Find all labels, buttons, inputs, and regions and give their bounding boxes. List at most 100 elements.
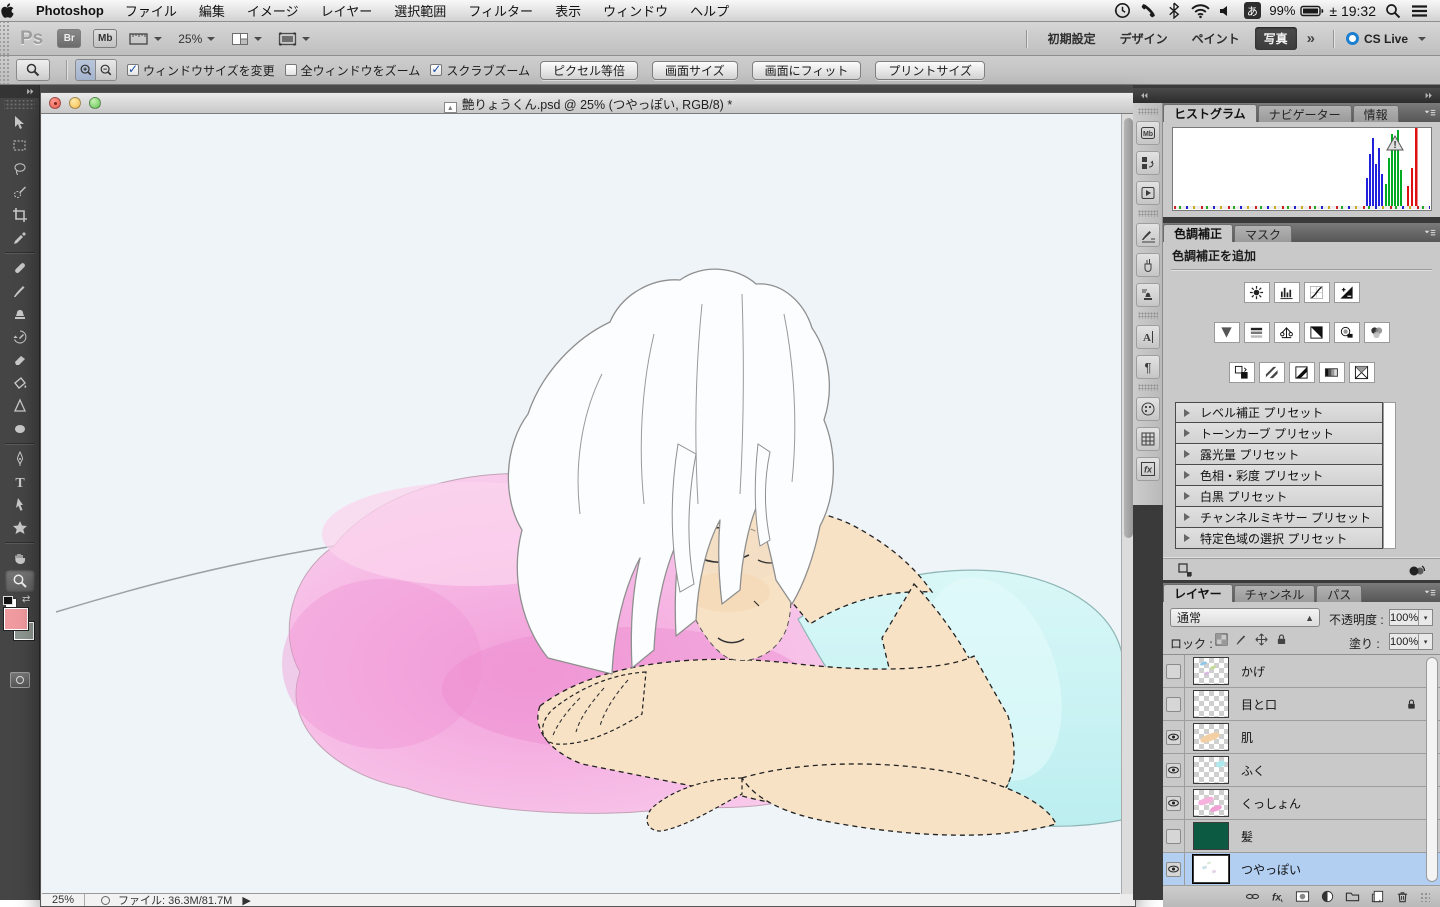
- input-source-icon[interactable]: あ: [1239, 1, 1265, 21]
- visibility-toggle[interactable]: [1163, 787, 1185, 820]
- menu-6[interactable]: 表示: [544, 1, 592, 20]
- preset-row-5[interactable]: チャンネルミキサー プリセット: [1175, 507, 1383, 528]
- quick-mask-button[interactable]: [10, 672, 30, 688]
- zoom-level-dropdown[interactable]: 25%: [178, 32, 215, 46]
- histogram-tab-1[interactable]: ナビゲーター: [1258, 105, 1352, 122]
- canvas-surface[interactable]: [42, 114, 1122, 894]
- delete-button[interactable]: [1395, 889, 1410, 904]
- panel-icon-color[interactable]: [1136, 397, 1160, 421]
- histogram-tab-0[interactable]: ヒストグラム: [1163, 104, 1257, 122]
- layer-name[interactable]: ふく: [1241, 762, 1265, 779]
- option-button-1[interactable]: 画面サイズ: [652, 61, 738, 80]
- bluetooth-icon[interactable]: [1161, 1, 1187, 21]
- expand-triangle-icon[interactable]: [1184, 513, 1194, 521]
- volume-icon[interactable]: [1213, 1, 1239, 21]
- eye-icon[interactable]: [1166, 730, 1181, 745]
- visibility-toggle[interactable]: [1163, 721, 1185, 754]
- return-to-list-icon[interactable]: [1177, 562, 1193, 578]
- workspace-3[interactable]: 写真: [1255, 27, 1297, 50]
- preset-row-2[interactable]: 露光量 プリセット: [1175, 444, 1383, 465]
- visibility-toggle[interactable]: [1163, 688, 1185, 721]
- layer-thumbnail[interactable]: [1193, 657, 1229, 685]
- visibility-toggle[interactable]: [1163, 853, 1185, 886]
- option-check-0[interactable]: ウィンドウサイズを変更: [127, 62, 275, 79]
- layers-tab-1[interactable]: チャンネル: [1234, 585, 1316, 602]
- layer-thumbnail[interactable]: [1193, 822, 1229, 850]
- adjustment-exposure[interactable]: [1334, 282, 1360, 303]
- launch-bridge-button[interactable]: Br: [57, 29, 81, 48]
- view-extras-button[interactable]: [129, 31, 162, 47]
- strip-grip[interactable]: [1138, 312, 1158, 319]
- opacity-value[interactable]: 100%▾: [1389, 609, 1433, 626]
- strip-grip[interactable]: [1138, 108, 1158, 115]
- swap-colors-icon[interactable]: ⇄: [22, 594, 30, 605]
- blend-mode-dropdown[interactable]: 通常▲: [1170, 608, 1320, 627]
- tool-crop[interactable]: [5, 203, 35, 226]
- option-check-2[interactable]: スクラブズーム: [430, 62, 530, 79]
- menu-7[interactable]: ウィンドウ: [592, 1, 679, 20]
- menu-3[interactable]: レイヤー: [310, 1, 384, 20]
- option-check-1[interactable]: 全ウィンドウをズーム: [285, 62, 421, 79]
- layer-mask-button[interactable]: [1295, 889, 1310, 904]
- preset-row-0[interactable]: レベル補正 プリセット: [1175, 402, 1383, 423]
- layer-row-3[interactable]: ふく: [1163, 754, 1440, 787]
- layer-row-4[interactable]: くっしょん: [1163, 787, 1440, 820]
- expand-triangle-icon[interactable]: [1184, 409, 1194, 417]
- tool-dodge[interactable]: [5, 417, 35, 440]
- tool-clone-stamp[interactable]: [5, 302, 35, 325]
- expand-triangle-icon[interactable]: [1184, 534, 1194, 542]
- option-button-3[interactable]: プリントサイズ: [875, 61, 985, 80]
- eye-icon[interactable]: [1166, 862, 1181, 877]
- layer-style-button[interactable]: fx: [1270, 889, 1285, 904]
- adjustment-brightness-contrast[interactable]: [1244, 282, 1270, 303]
- tool-pen[interactable]: [5, 447, 35, 470]
- menu-4[interactable]: 選択範囲: [383, 1, 457, 20]
- visibility-toggle[interactable]: [1163, 754, 1185, 787]
- foreground-color-swatch[interactable]: [4, 608, 28, 630]
- layers-scrollbar[interactable]: [1426, 657, 1438, 882]
- expand-dock-icon[interactable]: [1424, 91, 1434, 100]
- layer-thumbnail[interactable]: [1193, 756, 1229, 784]
- spotlight-icon[interactable]: [1380, 1, 1406, 21]
- new-layer-button[interactable]: [1370, 889, 1385, 904]
- panel-icon-paragraph[interactable]: ¶: [1136, 355, 1160, 379]
- scrollbar-thumb[interactable]: [1124, 118, 1133, 538]
- visibility-toggle[interactable]: [1163, 655, 1185, 688]
- expand-triangle-icon[interactable]: [1184, 450, 1194, 458]
- tool-spot-healing[interactable]: [5, 256, 35, 279]
- panel-icon-clone-source[interactable]: [1136, 283, 1160, 307]
- layers-tab-2[interactable]: パス: [1316, 585, 1362, 602]
- zoom-in-out-toggle[interactable]: [75, 59, 117, 81]
- checkbox-icon[interactable]: [127, 64, 139, 76]
- tool-marquee[interactable]: [5, 134, 35, 157]
- tool-eraser[interactable]: [5, 348, 35, 371]
- link-button[interactable]: [1245, 889, 1260, 904]
- checkbox-icon[interactable]: [430, 64, 442, 76]
- group-button[interactable]: [1345, 889, 1360, 904]
- option-button-0[interactable]: ピクセル等倍: [540, 61, 638, 80]
- workspace-0[interactable]: 初期設定: [1039, 27, 1105, 50]
- tool-brush[interactable]: [5, 279, 35, 302]
- layer-name[interactable]: 目と口: [1241, 696, 1277, 713]
- layer-thumbnail[interactable]: [1193, 723, 1229, 751]
- layer-name[interactable]: つやっぽい: [1241, 861, 1301, 878]
- workspace-1[interactable]: デザイン: [1111, 27, 1177, 50]
- adjustment-posterize[interactable]: [1259, 362, 1285, 383]
- preset-row-1[interactable]: トーンカーブ プリセット: [1175, 423, 1383, 444]
- dock-header[interactable]: [1133, 88, 1440, 103]
- panel-icon-brush-presets[interactable]: [1136, 223, 1160, 247]
- lock-position-icon[interactable]: [1255, 633, 1268, 646]
- panel-menu-icon[interactable]: [1424, 107, 1436, 119]
- battery-icon[interactable]: [1299, 1, 1325, 21]
- layer-row-5[interactable]: 髪: [1163, 820, 1440, 853]
- adjustments-tab-1[interactable]: マスク: [1234, 225, 1292, 242]
- preset-row-4[interactable]: 白黒 プリセット: [1175, 486, 1383, 507]
- workspace-2[interactable]: ペイント: [1183, 27, 1249, 50]
- apple-menu-icon[interactable]: [0, 3, 30, 19]
- panel-resize-grip[interactable]: [1420, 892, 1430, 902]
- adjustment-color-balance[interactable]: [1274, 322, 1300, 343]
- tool-paint-bucket[interactable]: [5, 371, 35, 394]
- tool-custom-shape[interactable]: [5, 516, 35, 539]
- expand-triangle-icon[interactable]: [1184, 429, 1194, 437]
- visibility-toggle[interactable]: [1163, 820, 1185, 853]
